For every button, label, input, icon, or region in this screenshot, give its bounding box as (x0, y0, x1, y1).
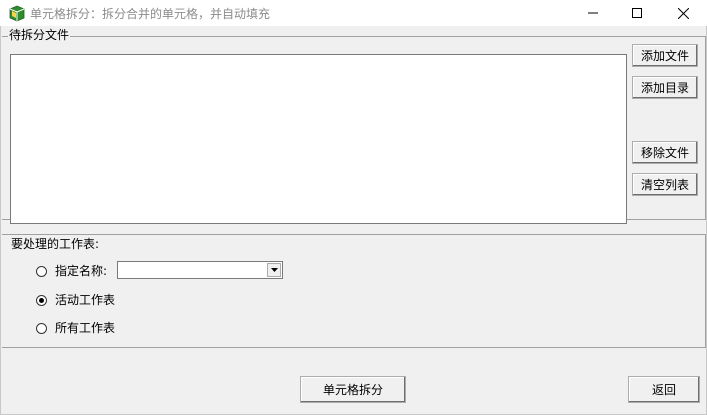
minimize-icon (588, 8, 598, 18)
title-bar: 单元格拆分：拆分合并的单元格，并自动填充 (0, 0, 707, 26)
maximize-button[interactable] (614, 0, 660, 26)
book-icon (8, 4, 26, 22)
close-icon (677, 7, 689, 19)
dropdown-arrow-icon[interactable] (267, 263, 281, 277)
add-file-button[interactable]: 添加文件 (632, 44, 698, 67)
radio-named-sheet[interactable]: 指定名称: (36, 264, 107, 278)
minimize-button[interactable] (570, 0, 616, 26)
sheets-label: 要处理的工作表: (11, 237, 100, 251)
file-list[interactable] (10, 54, 627, 224)
client-area: 添加文件 添加目录 移除文件 清空列表 (0, 26, 707, 415)
radio-active-circle[interactable] (36, 294, 47, 306)
radio-active-label: 活动工作表 (55, 293, 116, 307)
radio-all-label: 所有工作表 (55, 321, 116, 335)
maximize-icon (632, 8, 642, 18)
radio-all-circle[interactable] (36, 322, 47, 334)
window-title: 单元格拆分：拆分合并的单元格，并自动填充 (30, 7, 271, 21)
remove-file-button[interactable]: 移除文件 (632, 141, 698, 164)
files-group (2, 36, 706, 224)
files-group-caption: 待拆分文件 (8, 28, 71, 42)
radio-named-label: 指定名称: (55, 264, 108, 278)
sheet-name-combo[interactable] (117, 261, 283, 279)
radio-active-sheet[interactable]: 活动工作表 (36, 293, 115, 307)
close-button[interactable] (660, 0, 706, 26)
radio-all-sheets[interactable]: 所有工作表 (36, 321, 115, 335)
split-cells-button[interactable]: 单元格拆分 (300, 376, 406, 403)
back-button[interactable]: 返回 (628, 376, 700, 403)
clear-list-button[interactable]: 清空列表 (632, 173, 698, 196)
radio-named-circle[interactable] (36, 265, 47, 277)
add-directory-button[interactable]: 添加目录 (632, 76, 698, 99)
